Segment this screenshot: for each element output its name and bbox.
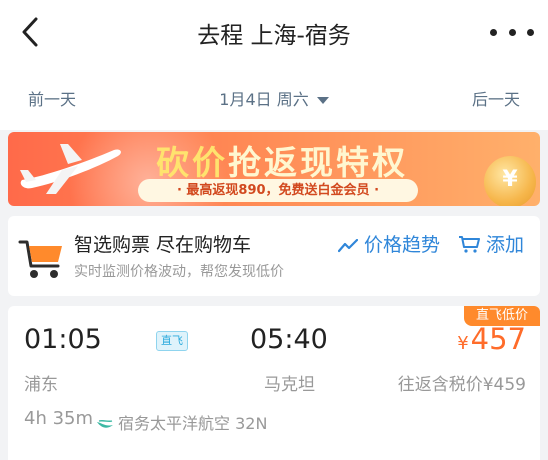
cart-subtitle: 实时监测价格波动，帮您发现低价 (74, 264, 284, 280)
banner-subtitle: · 最高返现890，免费送白金会员 · (138, 179, 418, 202)
airline-info: 宿务太平洋航空 32N (96, 410, 267, 434)
cart-title: 智选购票 尽在购物车 (74, 234, 252, 256)
caret-down-icon (316, 97, 329, 104)
next-day-button[interactable]: 后一天 (472, 86, 520, 110)
add-to-cart-button[interactable]: 添加 (458, 230, 524, 257)
airline-logo-icon (97, 420, 113, 428)
banner-title: 砍价抢返现特权 (156, 143, 408, 182)
round-trip-price: 往返含税价¥459 (397, 375, 526, 395)
date-label: 1月4日 周六 (219, 90, 309, 109)
shopping-cart-card[interactable]: 智选购票 尽在购物车 实时监测价格波动，帮您发现低价 价格趋势 添加 (8, 216, 540, 296)
date-selector[interactable]: 1月4日 周六 (0, 86, 548, 110)
cart-outline-icon (459, 236, 480, 253)
coin-icon: ¥ (484, 156, 536, 206)
promo-banner[interactable]: 砍价抢返现特权 · 最高返现890，免费送白金会员 · ¥ (8, 132, 540, 206)
more-options-icon[interactable] (490, 18, 534, 46)
page-title: 去程 上海-宿务 (197, 23, 351, 49)
arrival-airport: 马克坦 (264, 375, 315, 395)
shopping-cart-icon (18, 240, 62, 278)
price-trend-button[interactable]: 价格趋势 (337, 230, 440, 257)
flight-card[interactable]: 直飞低价 01:05 直飞 05:40 ¥457 浦东 马克坦 往返含税价¥45… (8, 306, 540, 460)
date-navigation: 前一天 1月4日 周六 后一天 (0, 80, 548, 110)
flight-price: ¥457 (457, 322, 526, 356)
departure-airport: 浦东 (24, 375, 58, 395)
trend-chart-icon (337, 238, 359, 253)
flight-duration: 4h 35m (24, 408, 94, 429)
direct-flight-badge: 直飞 (156, 331, 188, 351)
departure-time: 01:05 (24, 324, 102, 355)
top-header: 去程 上海-宿务 前一天 1月4日 周六 后一天 (0, 0, 548, 130)
arrival-time: 05:40 (250, 324, 328, 355)
